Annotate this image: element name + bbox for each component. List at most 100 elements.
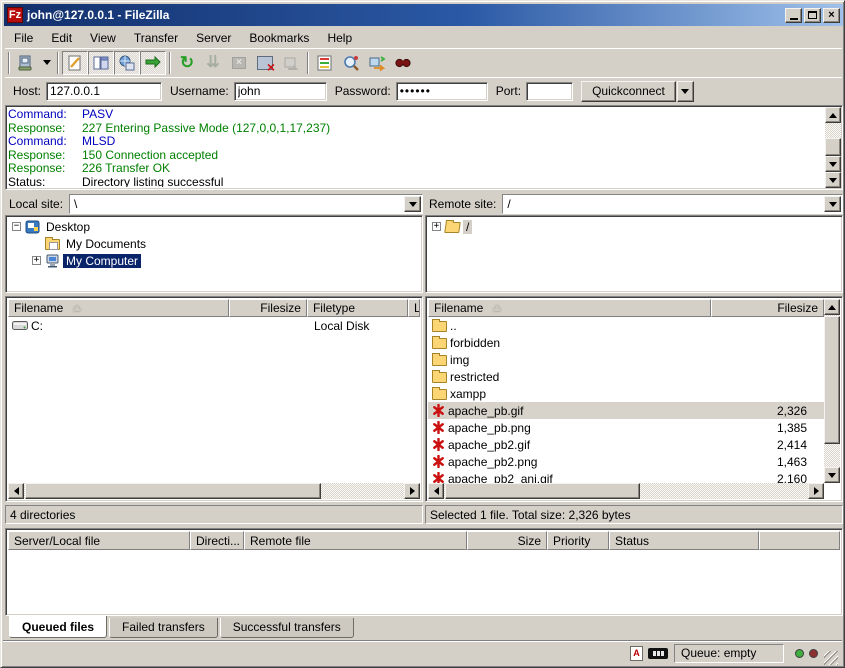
scrollbar-thumb[interactable] — [445, 483, 640, 499]
reconnect-button[interactable] — [278, 51, 304, 75]
password-input[interactable] — [396, 82, 488, 101]
scroll-down-button[interactable] — [825, 172, 841, 188]
username-input[interactable] — [234, 82, 327, 101]
toggle-log-button[interactable] — [62, 51, 88, 75]
column-header-direction[interactable]: Directi... — [190, 531, 244, 550]
remote-vertical-scrollbar[interactable] — [824, 299, 840, 483]
tab-queued-files[interactable]: Queued files — [9, 616, 107, 638]
queue-tabs: Queued files Failed transfers Successful… — [9, 618, 356, 639]
local-horizontal-scrollbar[interactable] — [8, 483, 420, 499]
toggle-queue-button[interactable] — [140, 51, 166, 75]
column-header-priority[interactable]: Priority — [547, 531, 609, 550]
process-queue-button[interactable]: ⇊ — [200, 51, 226, 75]
column-header-size[interactable]: Size — [467, 531, 547, 550]
host-input[interactable] — [46, 82, 162, 101]
toggle-remote-tree-button[interactable] — [114, 51, 140, 75]
combo-dropdown-button[interactable] — [824, 196, 841, 212]
scroll-right-button[interactable] — [808, 483, 824, 499]
drive-icon — [12, 320, 28, 331]
file-row[interactable]: apache_pb.png 1,385 — [428, 419, 824, 436]
expand-icon[interactable]: + — [432, 222, 441, 231]
column-header-remote-file[interactable]: Remote file — [244, 531, 467, 550]
close-button[interactable]: × — [823, 8, 840, 23]
scroll-left-button[interactable] — [428, 483, 444, 499]
tab-successful-transfers[interactable]: Successful transfers — [220, 618, 354, 638]
resize-grip[interactable] — [824, 651, 838, 665]
filter-icon — [316, 54, 334, 72]
port-input[interactable] — [526, 82, 573, 101]
maximize-button[interactable] — [804, 8, 821, 23]
site-manager-button[interactable] — [13, 51, 39, 75]
file-row[interactable]: apache_pb2.png 1,463 — [428, 453, 824, 470]
file-row[interactable]: forbidden — [428, 334, 824, 351]
menu-transfer[interactable]: Transfer — [125, 29, 187, 47]
scroll-up-button[interactable] — [825, 107, 841, 123]
column-header-server-local-file[interactable]: Server/Local file — [8, 531, 190, 550]
file-row[interactable]: img — [428, 351, 824, 368]
file-row-selected[interactable]: apache_pb.gif 2,326 — [428, 402, 824, 419]
tree-item-my-computer[interactable]: + My Computer — [8, 252, 420, 269]
column-header-filename[interactable]: Filename — [428, 299, 711, 317]
tree-item-root[interactable]: + / — [428, 218, 840, 235]
remote-site-combo[interactable]: / — [502, 194, 843, 214]
scroll-left-button[interactable] — [8, 483, 24, 499]
refresh-button[interactable]: ↻ — [174, 51, 200, 75]
message-log: Command:PASV Response:227 Entering Passi… — [5, 105, 843, 190]
collapse-icon[interactable]: − — [12, 222, 21, 231]
file-row[interactable]: .. — [428, 317, 824, 334]
scroll-down-button[interactable] — [824, 467, 840, 483]
search-button[interactable] — [390, 51, 416, 75]
tree-item-my-documents[interactable]: + My Documents — [8, 235, 420, 252]
file-row[interactable]: apache_pb2_ani.gif 2,160 — [428, 470, 824, 483]
column-header-filetype[interactable]: Filetype — [307, 299, 408, 317]
queue-size-text: Queue: empty — [674, 644, 784, 663]
minimize-icon — [790, 18, 798, 20]
site-manager-dropdown[interactable] — [39, 51, 54, 75]
sort-asc-icon — [493, 305, 501, 311]
queue-header: Server/Local file Directi... Remote file… — [8, 531, 840, 550]
column-header-filename[interactable]: Filename — [8, 299, 229, 317]
menu-server[interactable]: Server — [187, 29, 240, 47]
folder-icon — [432, 321, 447, 332]
app-icon[interactable]: Fz — [7, 7, 23, 23]
toolbar-separator — [57, 52, 59, 74]
toggle-local-tree-button[interactable] — [88, 51, 114, 75]
computer-icon — [45, 254, 60, 268]
title-bar: Fz john@127.0.0.1 - FileZilla × — [4, 4, 843, 26]
expand-icon[interactable]: + — [32, 256, 41, 265]
column-header-status[interactable]: Status — [609, 531, 759, 550]
scroll-right-button[interactable] — [404, 483, 420, 499]
menu-bookmarks[interactable]: Bookmarks — [240, 29, 318, 47]
quickconnect-button[interactable]: Quickconnect — [581, 81, 676, 102]
disconnect-button[interactable]: × — [252, 51, 278, 75]
scrollbar-thumb[interactable] — [25, 483, 321, 499]
log-scrollbar[interactable] — [825, 107, 841, 188]
quickconnect-dropdown[interactable] — [677, 81, 694, 102]
file-row[interactable]: xampp — [428, 385, 824, 402]
combo-dropdown-button[interactable] — [404, 196, 421, 212]
menu-help[interactable]: Help — [318, 29, 361, 47]
tab-failed-transfers[interactable]: Failed transfers — [109, 618, 218, 638]
minimize-button[interactable] — [785, 8, 802, 23]
menu-edit[interactable]: Edit — [42, 29, 81, 47]
scrollbar-thumb[interactable] — [825, 138, 841, 156]
tree-item-desktop[interactable]: − Desktop — [8, 218, 420, 235]
filter-button[interactable] — [312, 51, 338, 75]
column-header-lastmodified[interactable]: L — [408, 299, 420, 317]
cancel-button[interactable]: × — [226, 51, 252, 75]
scroll-down-button[interactable] — [825, 156, 841, 172]
scroll-up-button[interactable] — [824, 299, 840, 315]
menu-file[interactable]: File — [5, 29, 42, 47]
column-header-filesize[interactable]: Filesize — [711, 299, 824, 317]
column-header-filesize[interactable]: Filesize — [229, 299, 307, 317]
menu-view[interactable]: View — [81, 29, 125, 47]
scrollbar-thumb[interactable] — [824, 316, 840, 444]
file-row-c-drive[interactable]: C: Local Disk — [8, 317, 420, 334]
sync-browse-button[interactable] — [364, 51, 390, 75]
local-site-combo[interactable]: \ — [69, 194, 423, 214]
local-list-header: Filename Filesize Filetype L — [8, 299, 420, 317]
compare-button[interactable] — [338, 51, 364, 75]
file-row[interactable]: apache_pb2.gif 2,414 — [428, 436, 824, 453]
remote-horizontal-scrollbar[interactable] — [428, 483, 824, 499]
file-row[interactable]: restricted — [428, 368, 824, 385]
